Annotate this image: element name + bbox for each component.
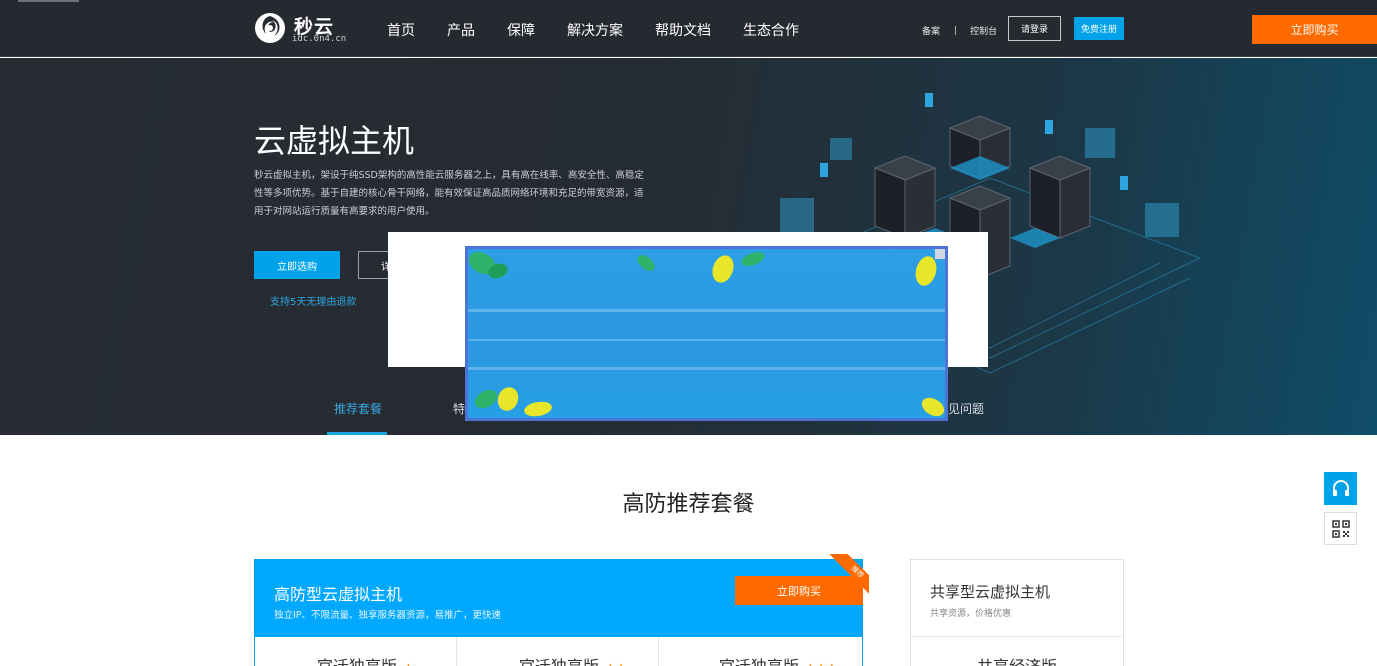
active-tab-indicator <box>327 432 387 435</box>
login-button[interactable]: 请登录 <box>1008 16 1061 41</box>
recommend-badge: 推荐 <box>829 554 869 600</box>
top-navbar: 秒云 idc.0n4.cn 首页 产品 保障 解决方案 帮助文档 生态合作 备案… <box>0 0 1377 57</box>
package-subtitle: 独立IP、不限流量、独享服务器资源，易推广，更快速 <box>274 610 502 621</box>
section-title: 高防推荐套餐 <box>622 492 755 517</box>
top-links: 备案 | 控制台 <box>922 24 997 38</box>
tab-features[interactable]: 特 <box>453 400 465 417</box>
qr-code-icon <box>1331 519 1350 538</box>
nav-item-partners[interactable]: 生态合作 <box>743 20 799 40</box>
qr-code-button[interactable] <box>1324 512 1357 545</box>
tier-name: 官迁独享版 <box>317 657 397 666</box>
buy-now-button[interactable]: 立即购买 <box>1252 15 1377 44</box>
package-card-shared[interactable]: 共享型云虚拟主机 共享资源，价格优惠 共享经济版 <box>910 559 1124 666</box>
nav-item-docs[interactable]: 帮助文档 <box>655 20 711 40</box>
star-rating-icon: ★ <box>403 661 414 666</box>
link-separator: | <box>954 25 958 36</box>
headset-icon <box>1332 479 1349 496</box>
package-tiers: 官迁独享版 ★ 官迁独享版 ★★ 官迁独享版 ★★★ <box>255 637 862 666</box>
console-link[interactable]: 控制台 <box>970 24 997 37</box>
hero-title: 云虚拟主机 <box>254 122 415 160</box>
main-nav: 首页 产品 保障 解决方案 帮助文档 生态合作 <box>387 20 831 40</box>
shared-package-name: 共享型云虚拟主机 <box>930 583 1051 601</box>
tier-column[interactable]: 官迁独享版 ★★ <box>457 637 659 666</box>
logo-swirl-icon <box>255 13 285 43</box>
star-rating-icon: ★★ <box>605 661 627 666</box>
package-header: 高防型云虚拟主机 独立IP、不限流量、独享服务器资源，易推广，更快速 立即购买 <box>255 560 863 637</box>
hero-description: 秒云虚拟主机，架设于纯SSD架构的高性能云服务器之上，具有高在线率、高安全性、高… <box>254 170 644 217</box>
shared-package-subtitle: 共享资源，价格优惠 <box>930 609 1012 619</box>
tier-name: 官迁独享版 <box>719 657 799 666</box>
nav-item-solutions[interactable]: 解决方案 <box>567 20 623 40</box>
brand-domain: idc.0n4.cn <box>292 34 347 44</box>
nav-item-guarantee[interactable]: 保障 <box>507 20 535 40</box>
divider <box>911 636 1123 637</box>
close-icon[interactable] <box>935 249 945 259</box>
corner-divider <box>18 0 79 2</box>
tab-recommended[interactable]: 推荐套餐 <box>334 400 382 417</box>
support-button[interactable] <box>1324 472 1357 505</box>
select-now-button[interactable]: 立即选购 <box>254 251 340 279</box>
brand-logo[interactable]: 秒云 idc.0n4.cn <box>254 12 354 48</box>
star-rating-icon: ★★★ <box>805 661 837 666</box>
beian-link[interactable]: 备案 <box>922 24 940 37</box>
refund-note: 支持5天无理由退款 <box>270 297 357 308</box>
register-button[interactable]: 免费注册 <box>1074 17 1124 40</box>
tier-column[interactable]: 官迁独享版 ★★★ <box>659 637 861 666</box>
recommend-ribbon: 推荐 <box>821 554 869 602</box>
tab-faq[interactable]: 见问题 <box>948 400 984 417</box>
popup-ad[interactable] <box>465 246 948 421</box>
tier-column[interactable]: 官迁独享版 ★ <box>255 637 457 666</box>
nav-item-home[interactable]: 首页 <box>387 20 415 40</box>
leaf-decoration-icon <box>468 251 945 417</box>
package-name: 高防型云虚拟主机 <box>274 585 403 604</box>
shared-tier-name: 共享经济版 <box>977 653 1057 666</box>
nav-item-products[interactable]: 产品 <box>447 20 475 40</box>
package-card-premium: 高防型云虚拟主机 独立IP、不限流量、独享服务器资源，易推广，更快速 立即购买 … <box>254 554 869 666</box>
tier-name: 官迁独享版 <box>519 657 599 666</box>
